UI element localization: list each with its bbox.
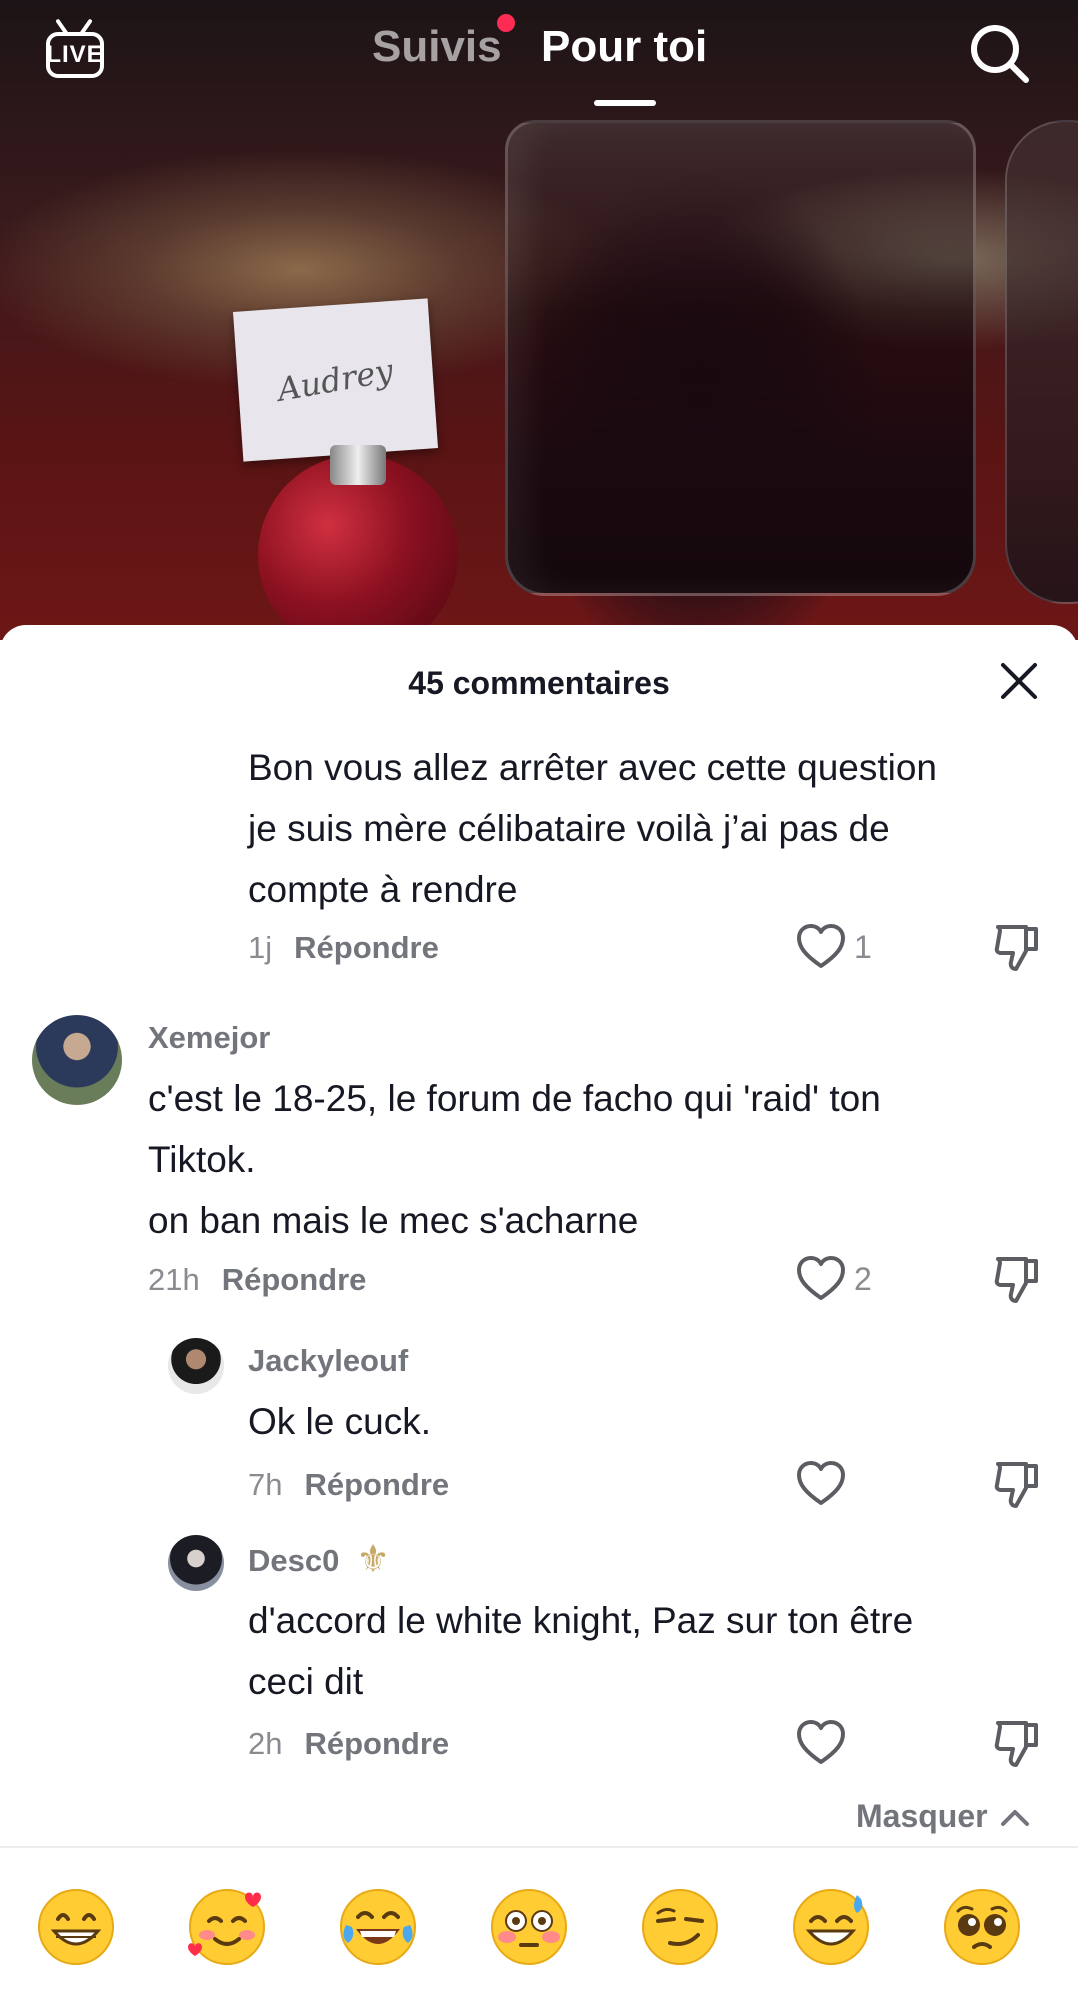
live-label: LIVE [46,41,104,68]
comment-username[interactable]: Desc0 [248,1543,339,1579]
emoji-grin-icon[interactable] [36,1887,116,1967]
dislike-icon[interactable] [992,1458,1042,1512]
comment-text-line: ceci dit [248,1661,364,1702]
like-count: 2 [854,1261,872,1297]
dislike-icon[interactable] [992,1717,1042,1771]
heart-icon[interactable] [795,921,847,973]
tab-pour-toi[interactable]: Pour toi [541,22,707,72]
comment-text-line: Tiktok. [148,1139,256,1180]
close-icon[interactable] [998,660,1040,702]
dislike-icon[interactable] [992,921,1042,975]
comment-meta: 21h Répondre [148,1262,366,1298]
comment-text-line: compte à rendre [248,869,518,910]
fleur-de-lis-icon: ⚜ [356,1537,391,1581]
comment-username[interactable]: Jackyleouf [248,1343,408,1379]
reply-button[interactable]: Répondre [304,1726,449,1761]
comment-time: 1j [248,930,273,965]
comment-text: c'est le 18-25, le forum de facho qui 'r… [148,1068,881,1251]
heart-icon[interactable] [795,1253,847,1305]
search-icon[interactable] [964,18,1036,90]
comment-time: 7h [248,1467,283,1502]
heart-icon[interactable] [795,1458,847,1510]
heart-icon[interactable] [795,1717,847,1769]
reply-button[interactable]: Répondre [294,930,439,965]
live-icon: LIVE [46,32,104,78]
like-count: 1 [854,929,872,965]
comment-text-line: c'est le 18-25, le forum de facho qui 'r… [148,1078,881,1119]
top-bar: LIVE Suivis Pour toi [0,0,1078,110]
emoji-quick-bar [0,1853,1078,2003]
comment-text: Bon vous allez arrêter avec cette questi… [248,737,937,920]
emoji-tears-of-joy-icon[interactable] [338,1887,418,1967]
reply-button[interactable]: Répondre [222,1262,367,1297]
comment-time: 21h [148,1262,200,1297]
comment-username[interactable]: Xemejor [148,1020,270,1056]
active-tab-indicator [594,100,656,106]
place-card-text: Audrey [274,351,397,409]
glass-image [1005,120,1078,604]
emoji-smirk-icon[interactable] [640,1887,720,1967]
hide-replies-button[interactable]: Masquer [856,1798,1030,1835]
divider [0,1846,1078,1848]
comment-time: 2h [248,1726,283,1761]
comment-meta: 2h Répondre [248,1726,449,1762]
hide-replies-label: Masquer [856,1798,988,1834]
comment-text: Ok le cuck. [248,1391,431,1452]
comment-meta: 1j Répondre [248,930,439,966]
comment-text-line: Ok le cuck. [248,1401,431,1442]
chevron-up-icon [1000,1809,1029,1826]
avatar[interactable] [32,1015,122,1105]
avatar[interactable] [168,1338,224,1394]
avatar[interactable] [168,1535,224,1591]
dislike-icon[interactable] [992,1253,1042,1307]
notification-dot [497,14,515,32]
emoji-flushed-icon[interactable] [489,1887,569,1967]
comment-text-line: d'accord le white knight, Paz sur ton êt… [248,1600,914,1641]
ornament-cap-image [330,445,386,485]
tab-suivis[interactable]: Suivis [372,22,502,72]
reply-button[interactable]: Répondre [304,1467,449,1502]
wine-glass-image [505,120,976,596]
emoji-sweat-smile-icon[interactable] [791,1887,871,1967]
comments-sheet: 45 commentaires Bon vous allez arrêter a… [0,625,1078,2002]
emoji-pleading-icon[interactable] [942,1887,1022,1967]
comment-text-line: Bon vous allez arrêter avec cette questi… [248,747,937,788]
comment-meta: 7h Répondre [248,1467,449,1503]
comment-text: d'accord le white knight, Paz sur ton êt… [248,1590,913,1712]
live-button[interactable]: LIVE [42,18,112,84]
comment-text-line: je suis mère célibataire voilà j’ai pas … [248,808,890,849]
place-card: Audrey [233,298,438,462]
emoji-smiling-hearts-icon[interactable] [187,1887,267,1967]
comments-count-title: 45 commentaires [408,665,670,701]
comment-text-line: on ban mais le mec s'acharne [148,1200,639,1241]
